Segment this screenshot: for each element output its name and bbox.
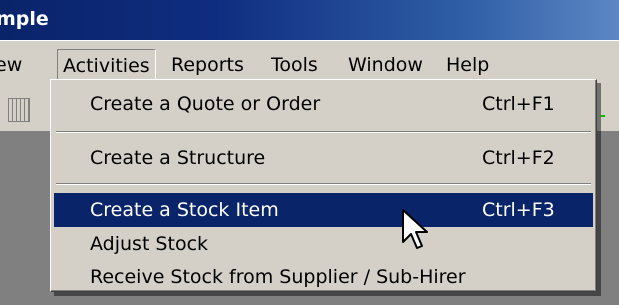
grid-icon[interactable] <box>8 98 30 122</box>
menu-item-create-structure[interactable]: Create a Structure Ctrl+F2 <box>54 141 593 175</box>
arrow-pointer-icon <box>402 209 428 249</box>
menu-item-label: Create a Quote or Order <box>90 93 321 115</box>
menu-item-create-quote-or-order[interactable]: Create a Quote or Order Ctrl+F1 <box>54 87 593 121</box>
title-bar: mple <box>0 0 619 40</box>
menu-item-receive-stock[interactable]: Receive Stock from Supplier / Sub-Hirer <box>54 260 593 294</box>
menu-item-shortcut: Ctrl+F3 <box>482 199 555 221</box>
menu-window[interactable]: Window <box>343 49 428 81</box>
menu-item-shortcut: Ctrl+F1 <box>482 93 555 115</box>
menu-help[interactable]: Help <box>441 49 494 81</box>
menu-item-create-stock-item[interactable]: Create a Stock Item Ctrl+F3 <box>54 193 593 227</box>
menu-item-label: Receive Stock from Supplier / Sub-Hirer <box>90 266 466 288</box>
status-indicator <box>601 115 605 117</box>
menu-item-label: Create a Structure <box>90 147 266 169</box>
menu-tools[interactable]: Tools <box>266 49 323 81</box>
menu-item-adjust-stock[interactable]: Adjust Stock <box>54 227 593 261</box>
activities-dropdown-menu: Create a Quote or Order Ctrl+F1 Create a… <box>50 79 597 292</box>
menu-separator <box>56 183 591 185</box>
menu-item-label: Create a Stock Item <box>90 199 279 221</box>
window-title: mple <box>0 8 49 30</box>
menu-item-shortcut: Ctrl+F2 <box>482 147 555 169</box>
menu-separator <box>56 131 591 133</box>
menu-reports[interactable]: Reports <box>166 49 249 81</box>
menu-activities[interactable]: Activities <box>57 49 156 81</box>
menu-item-label: Adjust Stock <box>90 233 209 255</box>
menu-view[interactable]: ew <box>0 49 27 81</box>
